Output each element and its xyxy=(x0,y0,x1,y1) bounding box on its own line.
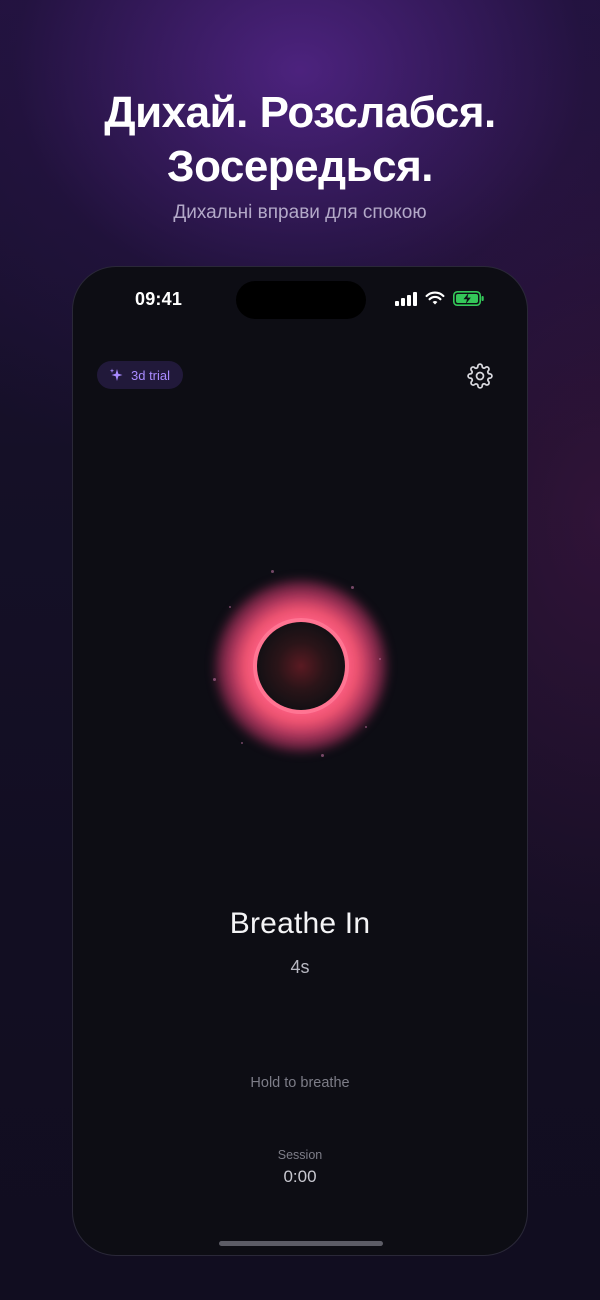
orb-particle xyxy=(229,606,231,608)
battery-charging-icon xyxy=(453,291,484,306)
gear-icon[interactable] xyxy=(467,363,493,389)
promo-headline-line1: Дихай. Розслабся. xyxy=(104,88,496,137)
sparkle-icon xyxy=(109,368,123,381)
wifi-icon xyxy=(425,291,445,305)
promo-headline: Дихай. Розслабся. Зосередься. xyxy=(0,86,600,194)
orb-particle xyxy=(213,678,216,681)
orb-core xyxy=(257,622,345,710)
breathing-phase: Breathe In xyxy=(229,907,371,940)
breathing-orb[interactable] xyxy=(201,566,401,786)
home-indicator[interactable] xyxy=(219,1241,383,1246)
session-timer: 0:00 xyxy=(283,1167,317,1186)
orb-particle xyxy=(321,754,324,757)
trial-badge[interactable]: 3d trial xyxy=(97,361,184,389)
signal-icon xyxy=(395,291,417,306)
promo-subtitle: Дихальні вправи для спокою xyxy=(173,202,427,223)
status-icons xyxy=(395,291,485,306)
orb-particle xyxy=(241,742,243,744)
phase-duration: 4s xyxy=(290,957,310,977)
promo-headline-line2: Зосередься. xyxy=(167,142,434,191)
orb-particle xyxy=(365,726,367,728)
phone-frame: 09:41 3d trial Breathe In 4s Hold to bre… xyxy=(72,266,528,1256)
orb-particle xyxy=(271,570,274,573)
dynamic-island xyxy=(236,281,366,319)
session-label: Session xyxy=(277,1148,323,1162)
orb-particle xyxy=(379,658,381,660)
trial-label: 3d trial xyxy=(131,367,171,383)
status-time: 09:41 xyxy=(135,289,183,309)
orb-particle xyxy=(351,586,354,589)
hold-hint: Hold to breathe xyxy=(250,1075,350,1091)
